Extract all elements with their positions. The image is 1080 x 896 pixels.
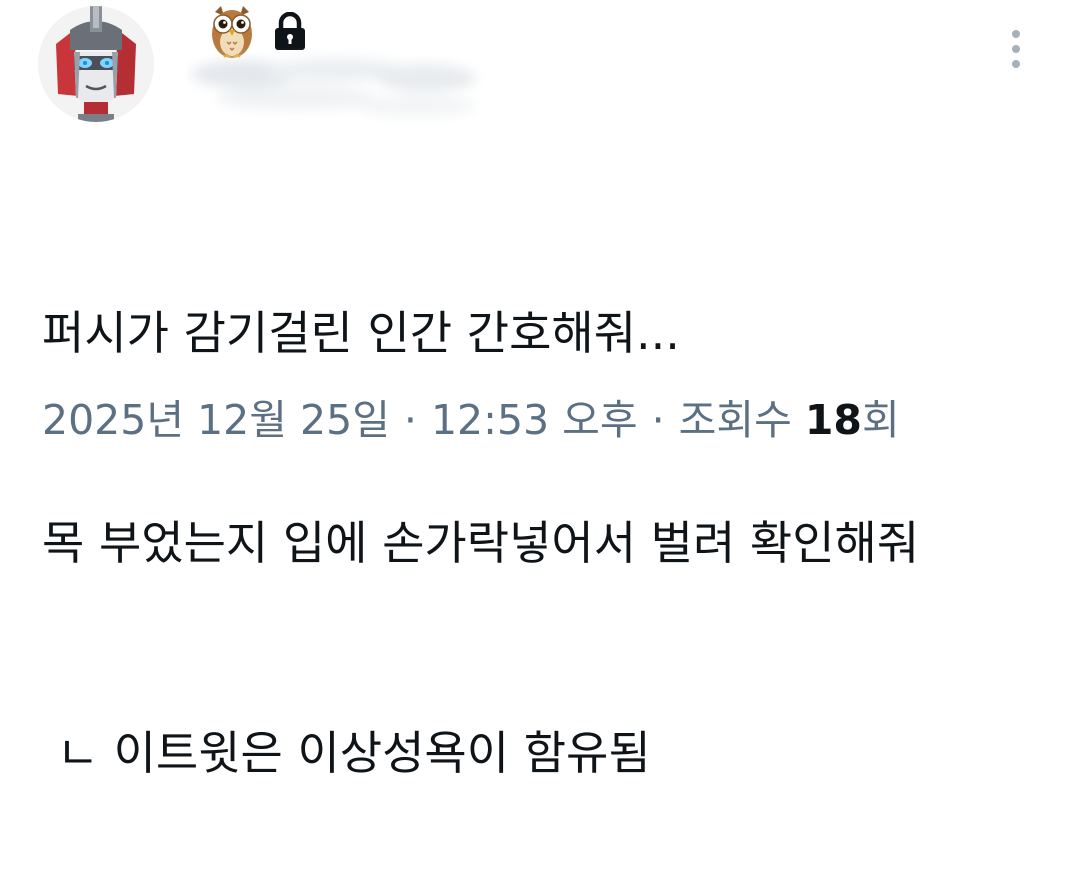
- tweet-text: 퍼시가 감기걸린 인간 간호해줘... 목 부었는지 입에 손가락넣어서 벌려 …: [42, 158, 1062, 896]
- more-options-button[interactable]: [998, 26, 1034, 72]
- lock-icon: [272, 11, 308, 52]
- tweet-text-line: 퍼시가 감기걸린 인간 간호해줘...: [42, 306, 680, 360]
- views-label: 조회수: [678, 396, 792, 444]
- robot-avatar-icon: [38, 6, 154, 122]
- meta-separator: ·: [651, 396, 665, 444]
- more-vertical-icon-dot: [1012, 45, 1020, 53]
- tweet-date[interactable]: 2025년 12월 25일: [42, 396, 390, 444]
- avatar[interactable]: [38, 6, 154, 122]
- tweet-time[interactable]: 12:53 오후: [431, 396, 638, 444]
- tweet-meta: 2025년 12월 25일 · 12:53 오후 · 조회수 18회: [42, 390, 900, 450]
- meta-separator: ·: [403, 396, 417, 444]
- author-name-blurred: [186, 48, 486, 128]
- more-vertical-icon-dot: [1012, 60, 1020, 68]
- views-suffix: 회: [861, 396, 900, 444]
- tweet-text-line: ㄴ 이트윗은 이상성욕이 함유됨: [42, 726, 651, 780]
- tweet: 퍼시가 감기걸린 인간 간호해줘... 목 부었는지 입에 손가락넣어서 벌려 …: [0, 0, 1080, 780]
- tweet-text-line: 목 부었는지 입에 손가락넣어서 벌려 확인해줘: [42, 516, 920, 570]
- more-vertical-icon: [1012, 30, 1020, 38]
- views-count: 18: [804, 396, 862, 444]
